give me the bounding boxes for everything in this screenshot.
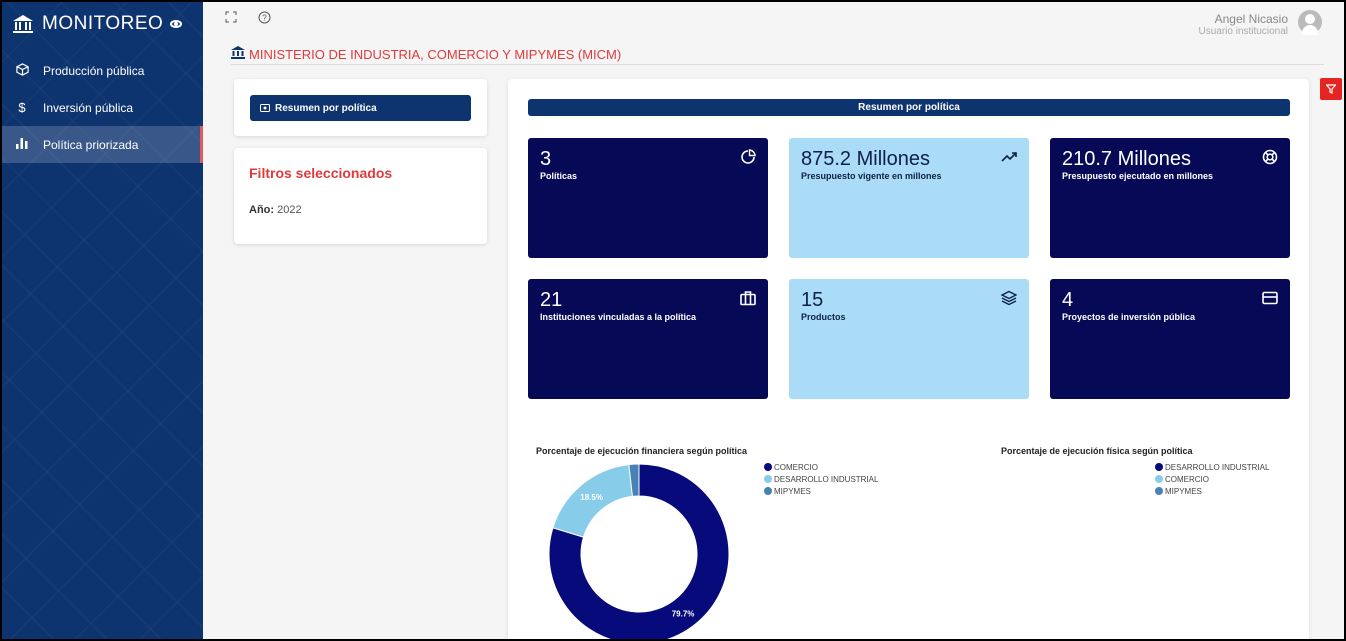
sidebar-item-inversion[interactable]: $ Inversión pública [2,89,203,126]
dollar-icon: $ [18,100,26,115]
building-logo-icon [13,15,33,33]
summary-header: Resumen por política [528,99,1290,116]
brand[interactable]: MONITOREO [2,2,203,46]
kpi-value: 4 [1062,289,1074,311]
filters-card: Filtros seleccionados Año: 2022 [234,148,487,244]
legend-dot [1155,475,1163,483]
legend-item[interactable]: DESARROLLO INDUSTRIAL [764,473,878,485]
bar-chart-icon [14,137,30,152]
legend-dot [1155,487,1163,495]
filter-year: Año: 2022 [249,204,302,216]
chart-title-fisica: Porcentaje de ejecución física según pol… [1001,446,1193,456]
legend-item[interactable]: COMERCIO [764,461,878,473]
kpi-card-productos[interactable]: 15 Productos [789,279,1029,399]
legend-label: MIPYMES [1165,486,1202,496]
legend-dot [764,475,772,483]
legend-label: COMERCIO [774,462,818,472]
summary-button[interactable]: Resumen por política [250,95,471,121]
kpi-label: Proyectos de inversión pública [1062,312,1196,322]
app-frame: MONITOREO Producción pública $ Inversión… [0,0,1346,641]
sidebar: MONITOREO Producción pública $ Inversión… [2,2,203,639]
cube-icon [14,62,30,79]
credit-card-icon [1262,291,1278,305]
topbar: ? Angel Nicasio Usuario institucional [203,2,1344,42]
kpi-card-proyectos[interactable]: 4 Proyectos de inversión pública [1050,279,1290,399]
user-menu[interactable]: Angel Nicasio Usuario institucional [1198,10,1322,37]
kpi-value: 875.2 Millones [801,148,930,170]
sidebar-item-label: Inversión pública [43,100,134,115]
legend-item[interactable]: MIPYMES [764,485,878,497]
kpi-label: Instituciones vinculadas a la política [540,312,697,322]
kpi-card-politicas[interactable]: 3 Políticas [528,138,768,258]
legend-label: DESARROLLO INDUSTRIAL [774,474,879,484]
layers-icon [1001,290,1017,306]
chart-title-financiera: Porcentaje de ejecución financiera según… [536,446,748,456]
legend-fisica: DESARROLLO INDUSTRIAL COMERCIO MIPYMES [1155,461,1269,497]
kpi-label: Productos [801,312,846,322]
legend-label: DESARROLLO INDUSTRIAL [1165,462,1270,472]
legend-financiera: COMERCIO DESARROLLO INDUSTRIAL MIPYMES [764,461,878,497]
donut-data-label: 79.7% [672,609,695,618]
kpi-card-presupuesto-ejecutado[interactable]: 210.7 Millones Presupuesto ejecutado en … [1050,138,1290,258]
avatar[interactable] [1298,10,1322,35]
svg-text:?: ? [262,14,267,23]
sidebar-item-politica[interactable]: Política priorizada [2,126,203,163]
sidebar-item-produccion[interactable]: Producción pública [2,52,203,89]
year-value: 2022 [277,204,302,216]
user-name: Angel Nicasio [1214,12,1288,26]
user-role: Usuario institucional [1198,26,1289,37]
main-panel: Resumen por política 3 Políticas 875.2 M… [508,79,1309,639]
filter-icon [1326,84,1336,94]
kpi-value: 21 [540,289,563,311]
donut-data-label: 18.5% [580,493,603,502]
eye-icon[interactable] [170,20,183,28]
kpi-value: 3 [540,148,552,170]
ministry-name: MINISTERIO DE INDUSTRIA, COMERCIO Y MIPY… [249,46,622,62]
summary-button-label: Resumen por política [275,102,377,114]
legend-label: MIPYMES [774,486,811,496]
filters-title: Filtros seleccionados [249,165,393,181]
legend-dot [1155,463,1163,471]
year-label: Año: [249,204,275,216]
legend-label: COMERCIO [1165,474,1209,484]
trending-up-icon [1001,152,1017,162]
bank-icon [231,46,245,62]
kpi-card-instituciones[interactable]: 21 Instituciones vinculadas a la polític… [528,279,768,399]
help-icon[interactable]: ? [258,11,271,27]
pie-icon [741,149,756,164]
divider [231,64,1324,65]
donut-chart-financiera: 79.7% 18.5% [548,463,730,639]
legend-item[interactable]: MIPYMES [1155,485,1269,497]
kpi-value: 15 [801,289,824,311]
kpi-value: 210.7 Millones [1062,148,1191,170]
legend-item[interactable]: DESARROLLO INDUSTRIAL [1155,461,1269,473]
sidebar-item-label: Producción pública [43,63,145,78]
kpi-card-presupuesto-vigente[interactable]: 875.2 Millones Presupuesto vigente en mi… [789,138,1029,258]
kpi-label: Presupuesto ejecutado en millones [1062,171,1214,181]
sidebar-item-label: Política priorizada [43,137,139,152]
fullscreen-icon[interactable] [225,11,237,26]
ministry-title: MINISTERIO DE INDUSTRIA, COMERCIO Y MIPY… [231,46,621,62]
app-title: MONITOREO [42,13,164,34]
filter-button[interactable] [1320,78,1342,100]
briefcase-icon [740,291,756,306]
camera-icon [260,104,270,112]
legend-item[interactable]: COMERCIO [1155,473,1269,485]
legend-dot [764,463,772,471]
kpi-label: Políticas [540,171,578,181]
kpi-label: Presupuesto vigente en millones [801,171,942,181]
lifebuoy-icon [1262,149,1278,165]
legend-dot [764,487,772,495]
summary-card: Resumen por política [234,79,487,136]
